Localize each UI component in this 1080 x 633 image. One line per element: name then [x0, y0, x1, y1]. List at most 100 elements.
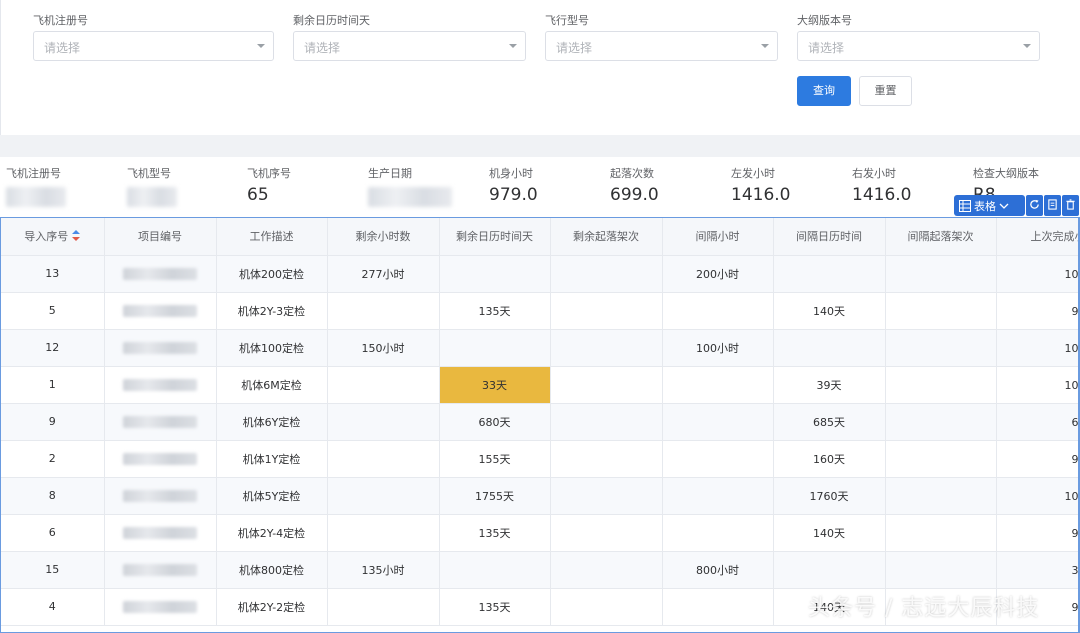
info-label: 机身小时	[489, 167, 533, 180]
table-cell-int-hours: 200小时	[662, 255, 774, 293]
table-cell-int-hours: 100小时	[662, 329, 774, 367]
table-cell-seq: 5	[1, 292, 105, 330]
table-cell-rem-landings	[550, 440, 663, 478]
select-placeholder: 请选择	[808, 41, 845, 55]
info-label: 生产日期	[368, 167, 412, 180]
document-icon	[1048, 199, 1057, 210]
maintenance-table: 导入序号 项目编号 工作描述 剩余小时数 剩余日历时间天 剩余起落架次 间隔小时…	[0, 217, 1080, 633]
info-label: 飞机型号	[127, 167, 171, 180]
table-cell-rem-days: 680天	[439, 403, 551, 441]
remaining-days-select[interactable]: 请选择	[293, 31, 526, 61]
info-label: 左发小时	[731, 167, 775, 180]
item-code-cell	[104, 255, 217, 293]
table-row[interactable]: 12 机体100定检150小时 100小时 1029小时	[1, 329, 1078, 367]
table-cell-rem-landings	[550, 477, 663, 515]
redacted-value	[123, 601, 197, 613]
reset-button[interactable]: 重置	[859, 76, 912, 106]
table-cell-int-days: 140天	[773, 514, 886, 552]
redacted-value	[123, 305, 197, 317]
table-cell-rem-days: 1755天	[439, 477, 551, 515]
flight-model-select[interactable]: 请选择	[545, 31, 778, 61]
redacted-value	[123, 268, 197, 280]
column-header: 间隔小时	[662, 218, 774, 256]
chevron-down-icon	[509, 44, 517, 48]
table-cell-last-hours: 1029小时	[996, 329, 1078, 367]
query-button[interactable]: 查询	[797, 76, 851, 106]
table-cell-seq: 4	[1, 588, 105, 626]
table-cell-rem-landings	[550, 588, 663, 626]
sort-icon[interactable]	[72, 230, 81, 242]
export-button[interactable]	[1044, 195, 1061, 216]
table-cell-rem-hours	[327, 440, 440, 478]
view-mode-dropdown[interactable]: 表格	[954, 195, 1025, 216]
table-cell-last-hours: 964小时	[996, 440, 1078, 478]
table-row[interactable]: 5 机体2Y-3定检 135天 140天 964小时	[1, 292, 1078, 330]
table-cell-rem-hours	[327, 477, 440, 515]
table-cell-int-landings	[885, 551, 997, 589]
table-cell-last-hours: 691小时	[996, 403, 1078, 441]
info-label: 起落次数	[610, 167, 654, 180]
table-cell-rem-hours: 150小时	[327, 329, 440, 367]
redacted-value	[6, 187, 66, 207]
table-row[interactable]: 8 机体5Y定检 1755天 1760天 1085小时	[1, 477, 1078, 515]
table-cell-rem-hours	[327, 514, 440, 552]
table-cell-last-hours: 1029小时	[996, 366, 1078, 404]
select-placeholder: 请选择	[44, 41, 81, 55]
column-header-import-seq[interactable]: 导入序号	[1, 218, 105, 256]
table-cell-int-hours	[662, 477, 774, 515]
table-cell-rem-landings	[550, 403, 663, 441]
table-row[interactable]: 15 机体800定检135小时 800小时 314小时	[1, 551, 1078, 589]
table-cell-desc: 机体200定检	[216, 255, 328, 293]
table-cell-int-days: 1760天	[773, 477, 886, 515]
table-cell-rem-days: 155天	[439, 440, 551, 478]
item-code-cell	[104, 366, 217, 404]
table-cell-seq: 15	[1, 551, 105, 589]
table-row[interactable]: 6 机体2Y-4定检 135天 140天 964小时	[1, 514, 1078, 552]
table-cell-int-days: 140天	[773, 292, 886, 330]
table-cell-int-hours	[662, 440, 774, 478]
filter-label: 飞行型号	[545, 14, 589, 27]
table-cell-rem-hours	[327, 292, 440, 330]
info-value: 699.0	[610, 185, 659, 205]
table-row[interactable]: 4 机体2Y-2定检 135天 140天 964小时	[1, 588, 1078, 626]
filter-label: 剩余日历时间天	[293, 14, 370, 27]
table-cell-rem-days	[439, 255, 551, 293]
info-label: 飞机注册号	[6, 167, 61, 180]
table-cell-rem-hours	[327, 403, 440, 441]
table-cell-desc: 机体1Y定检	[216, 440, 328, 478]
item-code-cell	[104, 292, 217, 330]
table-row[interactable]: 1 机体6M定检 33天 39天 1029小时	[1, 366, 1078, 404]
redacted-value	[368, 187, 452, 207]
table-cell-rem-landings	[550, 551, 663, 589]
table-row[interactable]: 13 机体200定检277小时 200小时 1056小时	[1, 255, 1078, 293]
outline-version-select[interactable]: 请选择	[797, 31, 1040, 61]
table-cell-rem-hours: 277小时	[327, 255, 440, 293]
table-cell-last-hours: 1056小时	[996, 255, 1078, 293]
info-value: 65	[247, 185, 269, 205]
table-cell-int-hours	[662, 292, 774, 330]
item-code-cell	[104, 588, 217, 626]
table-cell-rem-landings	[550, 329, 663, 367]
table-row[interactable]: 2 机体1Y定检 155天 160天 964小时	[1, 440, 1078, 478]
table-cell-int-days: 39天	[773, 366, 886, 404]
delete-button[interactable]	[1062, 195, 1079, 216]
chevron-down-icon	[257, 44, 265, 48]
table-cell-desc: 机体6Y定检	[216, 403, 328, 441]
column-header: 间隔日历时间	[773, 218, 886, 256]
item-code-cell	[104, 514, 217, 552]
view-mode-label: 表格	[974, 199, 996, 213]
info-value: 979.0	[489, 185, 538, 205]
info-label: 检查大纲版本	[973, 167, 1039, 180]
table-cell-desc: 机体6M定检	[216, 366, 328, 404]
table-cell-rem-landings	[550, 255, 663, 293]
refresh-button[interactable]	[1026, 195, 1043, 216]
table-cell-int-landings	[885, 292, 997, 330]
table-row[interactable]: 9 机体6Y定检 680天 685天 691小时	[1, 403, 1078, 441]
table-cell-last-hours: 314小时	[996, 551, 1078, 589]
table-cell-int-days	[773, 255, 886, 293]
aircraft-registration-select[interactable]: 请选择	[33, 31, 274, 61]
chevron-down-icon	[1023, 44, 1031, 48]
table-cell-seq: 9	[1, 403, 105, 441]
table-cell-rem-landings	[550, 366, 663, 404]
table-grid-icon	[959, 199, 971, 212]
